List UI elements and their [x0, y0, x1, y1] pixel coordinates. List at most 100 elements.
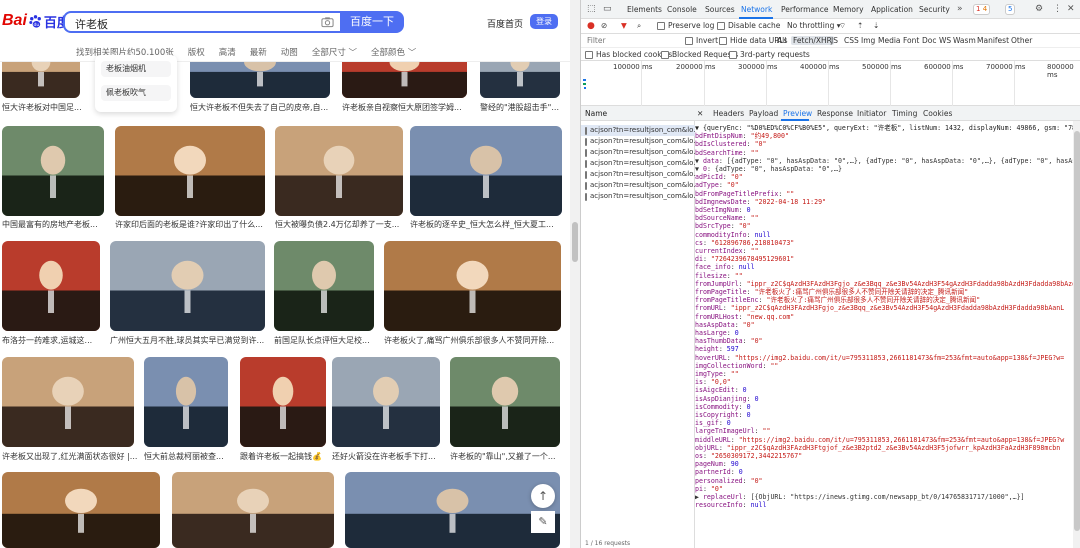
image-caption[interactable]: 恒大许老板对中国足...: [2, 102, 98, 113]
image-caption[interactable]: 许老板的逐辛史_恒大怎么样_恒大夏工...: [410, 219, 570, 230]
search-input[interactable]: 许老板: [63, 11, 340, 33]
image-thumbnail[interactable]: [2, 472, 160, 548]
image-thumbnail[interactable]: [410, 126, 562, 216]
filter-all[interactable]: All: [777, 36, 786, 45]
preview-line[interactable]: objURL: "ippr_z2C$qAzdH3FAzdH3Ftgjof_z&e…: [695, 444, 1060, 452]
preview-line[interactable]: adPicId: "0": [695, 173, 743, 181]
image-thumbnail[interactable]: [172, 472, 334, 548]
preview-line[interactable]: ▼ {queryEnc: "%D0%ED%C0%CF%B0%E5", query…: [695, 124, 1080, 132]
preview-line[interactable]: ▼ data: [{adType: "0", hasAspData: "0",……: [695, 157, 1080, 165]
image-result[interactable]: 许家印后面的老板是谁?许家印出了什么...: [115, 126, 265, 232]
filter-ws[interactable]: WS: [939, 36, 951, 45]
suggestion-item[interactable]: 老板油烟机: [101, 61, 171, 77]
filter-funnel-icon[interactable]: ▼: [621, 21, 627, 30]
preview-line[interactable]: bdSourceName: "": [695, 214, 759, 222]
preview-line[interactable]: largeTnImageUrl: "": [695, 427, 770, 435]
preview-line[interactable]: fromURLHost: "new.qq.com": [695, 313, 794, 321]
preview-line[interactable]: personalized: "0": [695, 477, 763, 485]
image-caption[interactable]: 恒大被曝负债2.4万亿却养了一支...: [275, 219, 421, 230]
search-icon[interactable]: ⌕: [637, 21, 641, 31]
preview-line[interactable]: bdFromPageTitlePrefix: "": [695, 190, 794, 198]
tab-memory[interactable]: Memory: [833, 5, 864, 14]
filter-doc[interactable]: Doc: [922, 36, 937, 45]
filter-js[interactable]: JS: [831, 36, 838, 45]
camera-icon[interactable]: [321, 16, 334, 28]
image-result[interactable]: 许老板的"靠山",又搬了一个...: [450, 357, 560, 463]
third-party-checkbox[interactable]: 3rd-party requests: [729, 50, 810, 59]
image-caption[interactable]: 中国最富有的房地产老板...: [2, 219, 122, 230]
preview-line[interactable]: face_info: null: [695, 263, 755, 271]
inspect-icon[interactable]: ⬚: [587, 4, 596, 14]
image-caption[interactable]: 布洛芬一药难求,运城这...: [2, 335, 118, 346]
image-caption[interactable]: 许老板亲自视察恒大原团签学姆...: [342, 102, 485, 113]
image-caption[interactable]: 广州恒大五月不胜,球员其实早已满觉到许...: [110, 335, 283, 346]
record-icon[interactable]: ●: [587, 21, 595, 31]
preview-line[interactable]: adType: "0": [695, 181, 739, 189]
preview-line[interactable]: partnerId: 0: [695, 468, 743, 476]
page-scrollbar[interactable]: [570, 0, 580, 548]
image-caption[interactable]: 许老板又出现了,红光满面状态很好 |...: [2, 451, 152, 462]
image-caption[interactable]: 前国足队长点评恒大足校...: [274, 335, 392, 346]
image-result[interactable]: 许老板的逐辛史_恒大怎么样_恒大夏工...: [410, 126, 562, 232]
image-thumbnail[interactable]: [345, 472, 560, 548]
blocked-cookies-checkbox[interactable]: Has blocked cookies: [585, 50, 672, 59]
request-row[interactable]: acjson?tn=resultjson_com&lo...: [581, 180, 695, 191]
preview-line[interactable]: bdSrcType: "0": [695, 222, 751, 230]
image-result[interactable]: 跟着许老板一起搞钱💰: [240, 357, 326, 463]
tab-response[interactable]: Response: [817, 109, 853, 118]
filter-css[interactable]: CSS: [844, 36, 859, 45]
image-result[interactable]: [2, 472, 160, 548]
preview-line[interactable]: resourceInfo: null: [695, 501, 766, 509]
preview-line[interactable]: isCommodity: 0: [695, 403, 751, 411]
preview-line[interactable]: os: "2650309172,3442215767": [695, 452, 802, 460]
preview-line[interactable]: ▼ 0: {adType: "0", hasAspData: "0",…}: [695, 165, 842, 173]
preview-line[interactable]: pi: "0": [695, 485, 723, 493]
image-thumbnail[interactable]: [115, 126, 265, 216]
filter-hd[interactable]: 高清: [219, 46, 236, 58]
close-devtools-icon[interactable]: ✕: [1067, 4, 1075, 14]
preview-line[interactable]: pageNum: 90: [695, 460, 739, 468]
tab-performance[interactable]: Performance: [781, 5, 829, 14]
preview-scrollbar[interactable]: [1073, 121, 1080, 548]
tab-elements[interactable]: Elements: [627, 5, 662, 14]
preview-line[interactable]: hoverURL: "https://img2.baidu.com/it/u=7…: [695, 354, 1064, 362]
image-caption[interactable]: 许老板的"靠山",又搬了一个...: [450, 451, 570, 462]
image-thumbnail[interactable]: [2, 126, 104, 216]
image-thumbnail[interactable]: [110, 241, 265, 331]
filter-manifest[interactable]: Manifest: [977, 36, 1009, 45]
tab-headers[interactable]: Headers: [713, 109, 744, 118]
preview-line[interactable]: bdIsClustered: "0": [695, 140, 766, 148]
filter-fetch-xhr[interactable]: Fetch/XHR: [791, 36, 834, 45]
filter-size-dropdown[interactable]: 全部尺寸 ﹀: [312, 46, 357, 58]
image-result[interactable]: 恒大前总裁柯丽被查...: [144, 357, 228, 463]
image-caption[interactable]: 恒大前总裁柯丽被查...: [144, 451, 246, 462]
image-result[interactable]: 恒大被曝负债2.4万亿却养了一支...: [275, 126, 403, 232]
filter-media[interactable]: Media: [878, 36, 901, 45]
filter-input[interactable]: Filter: [587, 36, 606, 45]
tab-network[interactable]: Network: [741, 5, 772, 14]
clear-icon[interactable]: ⊘: [601, 21, 607, 30]
import-icon[interactable]: ⇡: [857, 21, 863, 30]
login-button[interactable]: 登录: [530, 14, 558, 29]
suggestion-item[interactable]: 佩老板吹气: [101, 85, 171, 101]
image-result[interactable]: 中国最富有的房地产老板...: [2, 126, 104, 232]
filter-copyright[interactable]: 版权: [188, 46, 205, 58]
preview-line[interactable]: filesize: "": [695, 272, 743, 280]
close-detail-icon[interactable]: ✕: [697, 109, 703, 118]
tab-security[interactable]: Security: [919, 5, 950, 14]
image-thumbnail[interactable]: [450, 357, 560, 447]
image-thumbnail[interactable]: [144, 357, 228, 447]
throttling-select[interactable]: No throttling ▾: [787, 21, 841, 30]
filter-color-dropdown[interactable]: 全部颜色 ﹀: [371, 46, 416, 58]
tab-payload[interactable]: Payload: [749, 109, 778, 118]
preview-line[interactable]: middleURL: "https://img2.baidu.com/it/u=…: [695, 436, 1064, 444]
invert-checkbox[interactable]: Invert: [685, 36, 718, 45]
request-list-header[interactable]: Name: [581, 106, 695, 121]
tab-initiator[interactable]: Initiator: [857, 109, 886, 118]
image-thumbnail[interactable]: [2, 357, 134, 447]
preview-line[interactable]: fromPageTitle: "许老板火了:痛骂广州俱乐部很多人不赞同开除关请辞…: [695, 288, 968, 296]
filter-wasm[interactable]: Wasm: [953, 36, 976, 45]
tab-sources[interactable]: Sources: [705, 5, 735, 14]
image-thumbnail[interactable]: [240, 357, 326, 447]
request-row[interactable]: acjson?tn=resultjson_com&lo...: [581, 125, 695, 136]
